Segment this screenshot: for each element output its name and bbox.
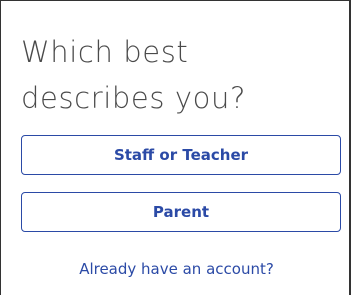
already-have-account-link[interactable]: Already have an account?	[1, 259, 351, 279]
role-selection-panel: Which best describes you? Staff or Teach…	[0, 0, 351, 295]
parent-button[interactable]: Parent	[21, 192, 341, 232]
page-title: Which best describes you?	[21, 35, 246, 115]
staff-or-teacher-button[interactable]: Staff or Teacher	[21, 135, 341, 175]
